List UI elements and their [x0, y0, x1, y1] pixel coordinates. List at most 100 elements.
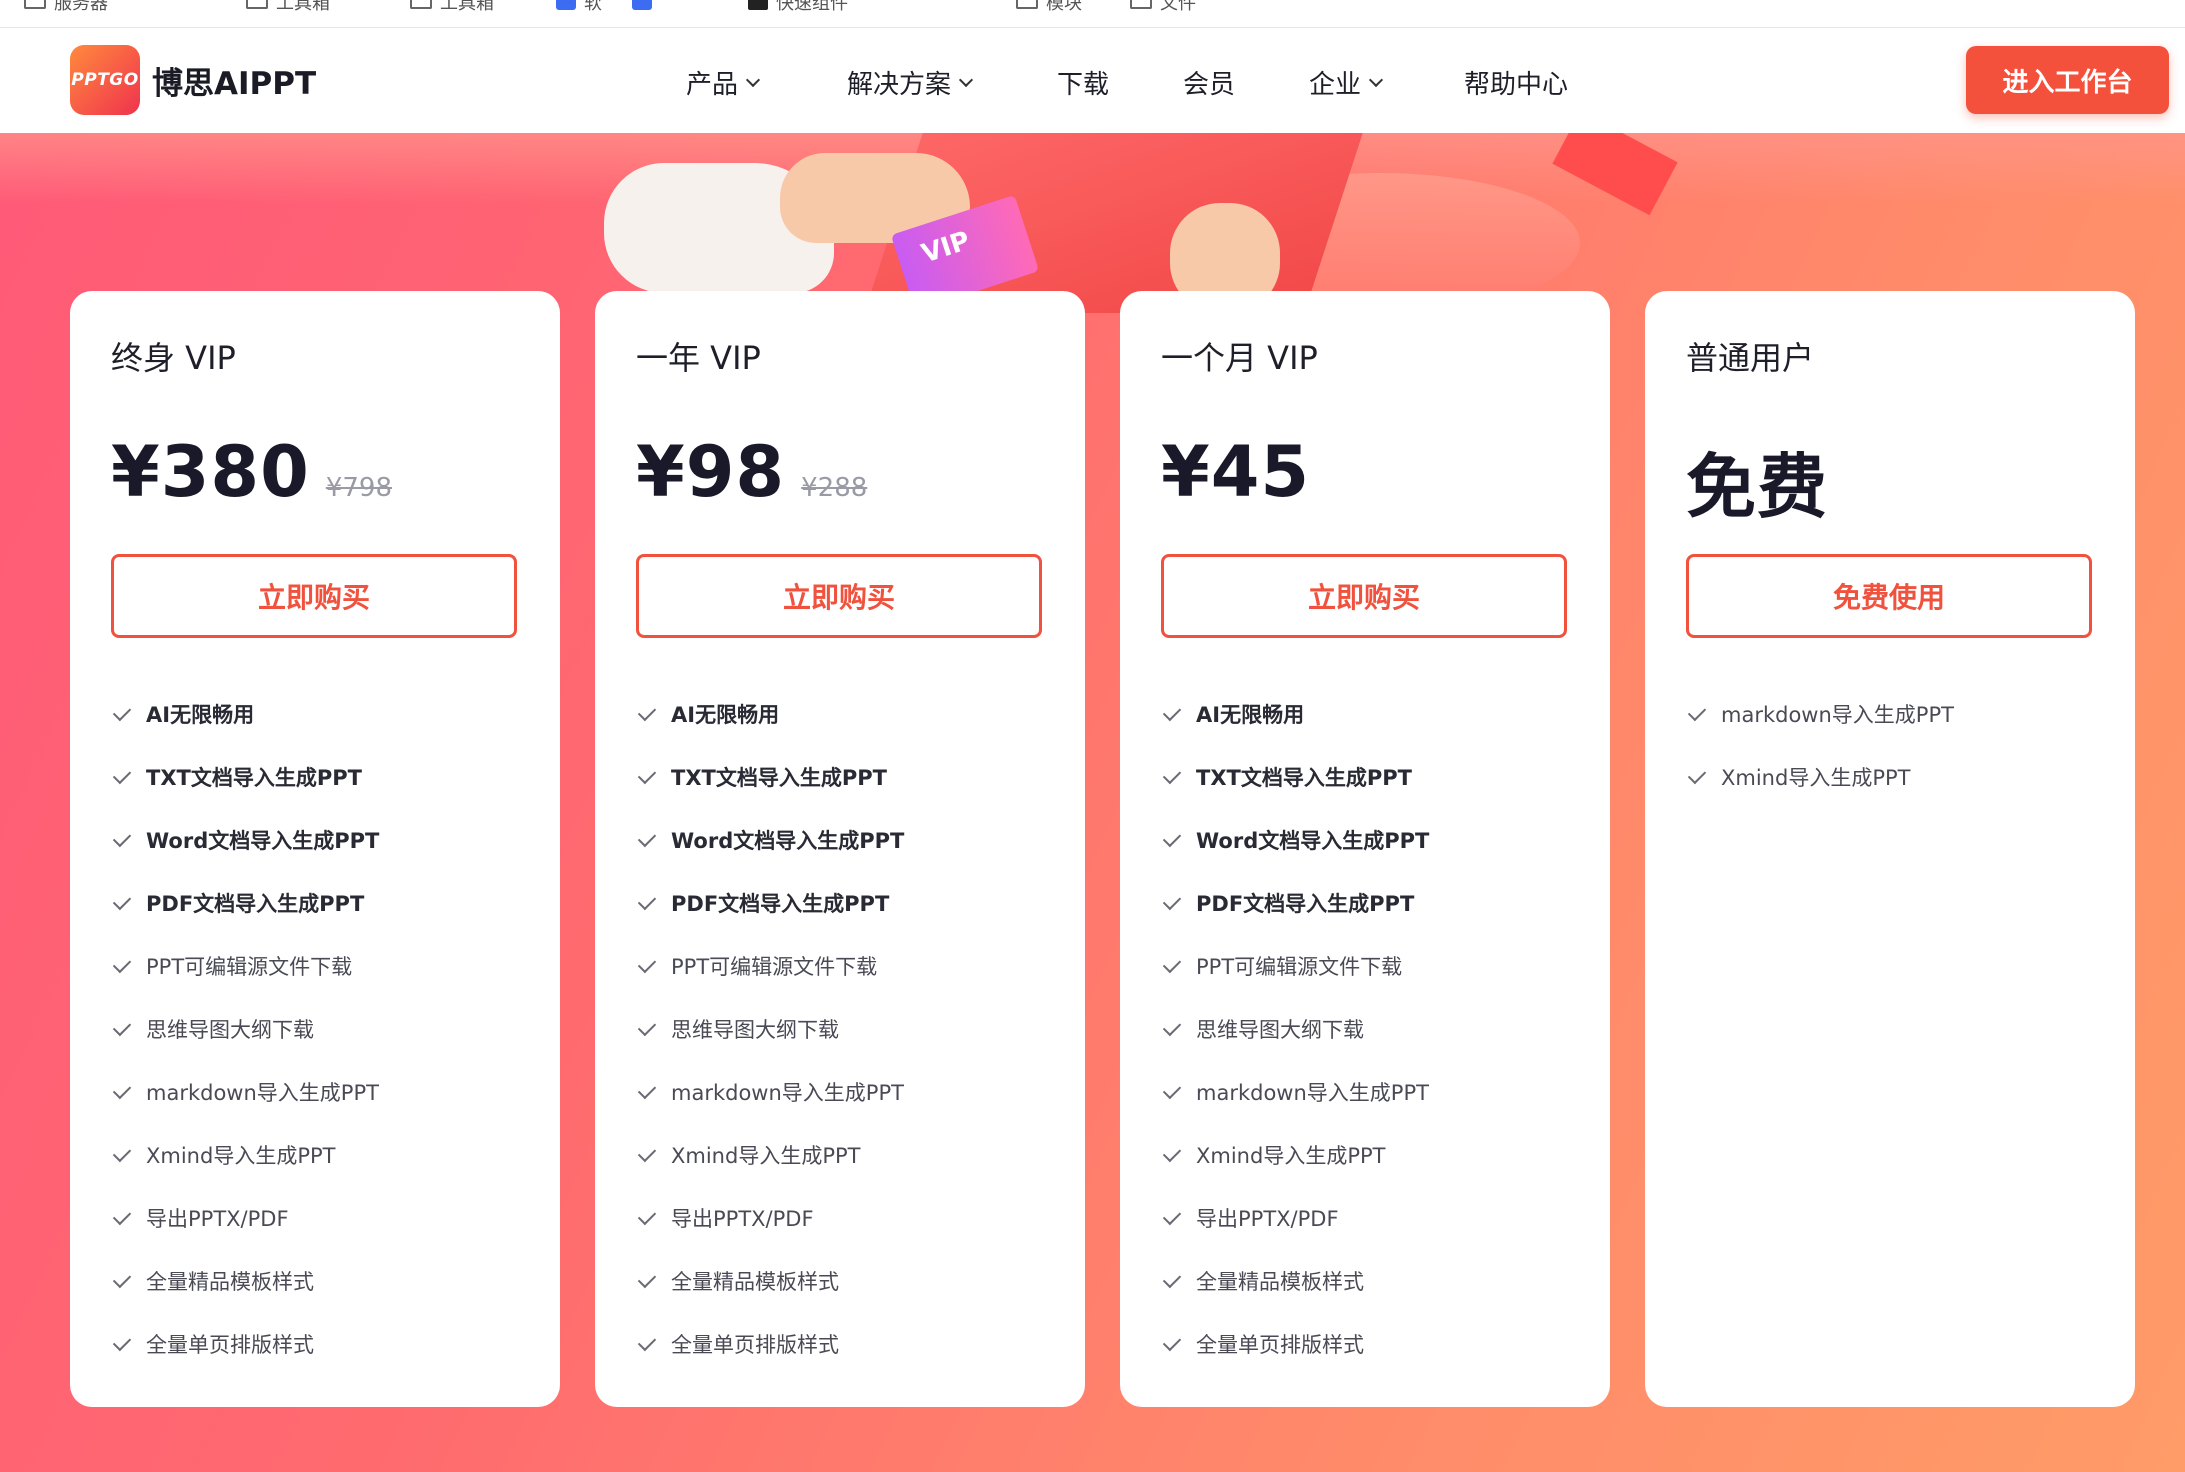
- check-icon: [1162, 1017, 1182, 1036]
- nav-item-membership[interactable]: 会员: [1183, 64, 1235, 101]
- check-icon: [1162, 1332, 1182, 1351]
- app-icon: [632, 0, 652, 10]
- buy-now-button[interactable]: 立即购买: [111, 554, 517, 638]
- plan-name: 一个月 VIP: [1161, 339, 1318, 377]
- plan-price: 免费: [1686, 446, 1828, 528]
- feature-item: Xmind导入生成PPT: [1162, 1123, 1429, 1186]
- feature-item: 全量单页排版样式: [637, 1312, 904, 1375]
- price-row: ¥45: [1161, 431, 1310, 513]
- feature-item: Word文档导入生成PPT: [637, 808, 904, 871]
- feature-item: PPT可编辑源文件下载: [637, 934, 904, 997]
- check-icon: [1162, 1080, 1182, 1099]
- folder-icon: [1130, 0, 1152, 9]
- check-icon: [112, 1269, 132, 1288]
- check-icon: [112, 1206, 132, 1225]
- feature-item: 思维导图大纲下载: [112, 997, 379, 1060]
- feature-item: TXT文档导入生成PPT: [1162, 745, 1429, 808]
- folder-icon: [24, 0, 46, 9]
- check-icon: [112, 891, 132, 910]
- check-icon: [1162, 1143, 1182, 1162]
- bookmark-item[interactable]: 快速组件: [748, 0, 848, 14]
- buy-now-button[interactable]: 立即购买: [1161, 554, 1567, 638]
- feature-item: markdown导入生成PPT: [112, 1060, 379, 1123]
- feature-item: Word文档导入生成PPT: [112, 808, 379, 871]
- feature-item: 导出PPTX/PDF: [1162, 1186, 1429, 1249]
- feature-list: AI无限畅用 TXT文档导入生成PPT Word文档导入生成PPT PDF文档导…: [1162, 682, 1429, 1375]
- bookmark-item[interactable]: 工具箱: [410, 0, 494, 14]
- nav-item-download[interactable]: 下载: [1057, 64, 1109, 101]
- feature-item: Xmind导入生成PPT: [637, 1123, 904, 1186]
- feature-item: Word文档导入生成PPT: [1162, 808, 1429, 871]
- check-icon: [112, 765, 132, 784]
- feature-item: 全量单页排版样式: [112, 1312, 379, 1375]
- plan-name: 一年 VIP: [636, 339, 761, 377]
- check-icon: [637, 891, 657, 910]
- feature-item: markdown导入生成PPT: [1687, 682, 1954, 745]
- buy-now-button[interactable]: 立即购买: [636, 554, 1042, 638]
- feature-item: markdown导入生成PPT: [637, 1060, 904, 1123]
- enter-workspace-button[interactable]: 进入工作台: [1966, 46, 2169, 114]
- check-icon: [637, 1017, 657, 1036]
- check-icon: [637, 1206, 657, 1225]
- original-price: ¥288: [801, 473, 868, 503]
- feature-item: PDF文档导入生成PPT: [112, 871, 379, 934]
- plan-card-monthly: 一个月 VIP ¥45 立即购买 AI无限畅用 TXT文档导入生成PPT Wor…: [1120, 291, 1610, 1407]
- check-icon: [112, 1080, 132, 1099]
- check-icon: [112, 1143, 132, 1162]
- check-icon: [1162, 1206, 1182, 1225]
- chevron-down-icon: [1368, 72, 1384, 87]
- bookmark-item[interactable]: 文件: [1130, 0, 1196, 14]
- check-icon: [1162, 828, 1182, 847]
- bookmark-item[interactable]: 软: [556, 0, 602, 14]
- price-row: 免费: [1686, 431, 1828, 532]
- check-icon: [1162, 1269, 1182, 1288]
- feature-item: 导出PPTX/PDF: [637, 1186, 904, 1249]
- check-icon: [637, 702, 657, 721]
- feature-item: 思维导图大纲下载: [637, 997, 904, 1060]
- folder-icon: [246, 0, 268, 9]
- bookmark-item[interactable]: 工具箱: [246, 0, 330, 14]
- bookmark-item[interactable]: [632, 0, 660, 12]
- plan-name: 终身 VIP: [111, 339, 236, 377]
- check-icon: [637, 1269, 657, 1288]
- plan-card-lifetime: 终身 VIP ¥380 ¥798 立即购买 AI无限畅用 TXT文档导入生成PP…: [70, 291, 560, 1407]
- folder-icon: [1016, 0, 1038, 9]
- app-icon: [748, 0, 768, 10]
- feature-list: AI无限畅用 TXT文档导入生成PPT Word文档导入生成PPT PDF文档导…: [112, 682, 379, 1375]
- check-icon: [1162, 702, 1182, 721]
- bookmark-item[interactable]: 模块: [1016, 0, 1082, 14]
- feature-item: PDF文档导入生成PPT: [637, 871, 904, 934]
- folder-icon: [410, 0, 432, 9]
- check-icon: [637, 828, 657, 847]
- logo-text: 博思AIPPT: [152, 65, 317, 102]
- plan-card-free: 普通用户 免费 免费使用 markdown导入生成PPT Xmind导入生成PP…: [1645, 291, 2135, 1407]
- check-icon: [1162, 954, 1182, 973]
- logo-mark: PPTGO: [70, 45, 140, 115]
- original-price: ¥798: [325, 473, 392, 503]
- feature-item: 思维导图大纲下载: [1162, 997, 1429, 1060]
- nav-item-product[interactable]: 产品: [686, 64, 761, 101]
- plan-name: 普通用户: [1686, 339, 1815, 377]
- feature-list: AI无限畅用 TXT文档导入生成PPT Word文档导入生成PPT PDF文档导…: [637, 682, 904, 1375]
- nav-item-solutions[interactable]: 解决方案: [847, 64, 974, 101]
- free-use-button[interactable]: 免费使用: [1686, 554, 2092, 638]
- app-icon: [556, 0, 576, 10]
- check-icon: [1162, 891, 1182, 910]
- bookmark-item[interactable]: 服务器: [24, 0, 108, 14]
- nav-item-help-center[interactable]: 帮助中心: [1464, 64, 1568, 101]
- check-icon: [637, 954, 657, 973]
- feature-item: PDF文档导入生成PPT: [1162, 871, 1429, 934]
- site-header: PPTGO 博思AIPPT 产品 解决方案 下载 会员 企业 帮助中心 进入工作…: [0, 28, 2185, 133]
- hero-tag-decoration: [1552, 133, 1678, 216]
- site-logo[interactable]: PPTGO 博思AIPPT: [70, 45, 316, 115]
- feature-item: PPT可编辑源文件下载: [1162, 934, 1429, 997]
- bookmarks-bar: 服务器 工具箱 工具箱 软 快速组件 模块 文件: [0, 0, 2185, 28]
- feature-item: PPT可编辑源文件下载: [112, 934, 379, 997]
- nav-item-enterprise[interactable]: 企业: [1309, 64, 1384, 101]
- feature-item: AI无限畅用: [112, 682, 379, 745]
- feature-item: 全量精品模板样式: [112, 1249, 379, 1312]
- check-icon: [637, 1143, 657, 1162]
- chevron-down-icon: [745, 72, 761, 87]
- plan-price: ¥98: [636, 431, 786, 513]
- check-icon: [112, 954, 132, 973]
